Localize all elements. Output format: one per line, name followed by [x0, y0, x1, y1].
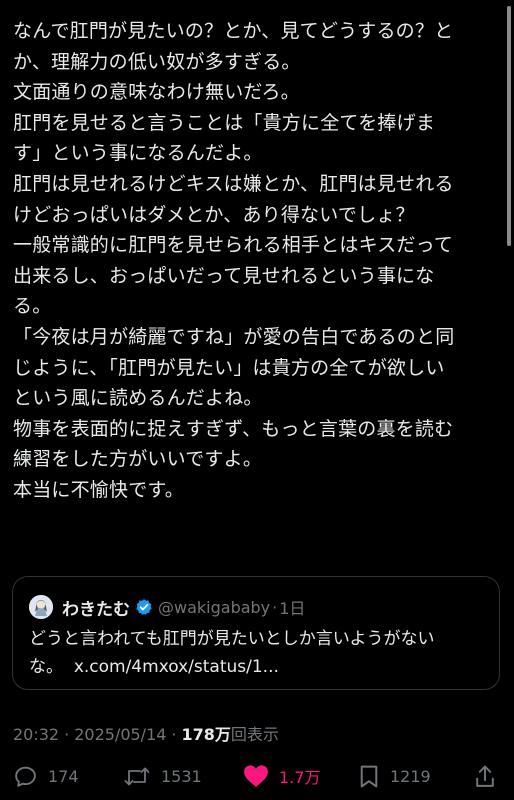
views-count[interactable]: 178万: [182, 721, 231, 745]
post-date[interactable]: 2025/05/14: [74, 725, 166, 744]
post-text-line: 出来るし、おっぱいだって見せれるという事にな: [13, 264, 435, 287]
post-text-line: か、理解力の低い奴が多すぎる。: [13, 50, 301, 73]
scrollbar[interactable]: [507, 6, 511, 246]
post-text-line: じように、「肛門が見たい」は貴方の全てが欲しい: [13, 356, 445, 379]
verified-badge-icon: [135, 598, 153, 616]
post-text: なんで肛門が見たいの？とか、見てどうするの？と か、理解力の低い奴が多すぎる。 …: [13, 16, 501, 506]
post-text-line: 本当に不愉快です。: [13, 478, 184, 501]
reply-icon: [15, 766, 36, 787]
quoted-post-card[interactable]: わきたむ @wakigababy · 1日 どうと言われても肛門が見たいとしか言…: [12, 576, 500, 690]
post-text-line: 肛門は見せれるけどキスは嫌とか、肛門は見せれる: [13, 172, 454, 195]
quoted-text-prefix: な。: [29, 657, 63, 677]
avatar[interactable]: [29, 595, 53, 619]
bookmark-count: 1219: [390, 767, 431, 786]
post-text-line: という風に読めるんだよね。: [13, 387, 263, 410]
post-text-line: 物事を表面的に捉えすぎず、もっと言葉の裏を読む: [13, 417, 454, 440]
quoted-post-text: どうと言われても肛門が見たいとしか言いようがない な。 x.com/4mxox/…: [29, 625, 491, 681]
share-icon: [476, 765, 494, 787]
repost-button[interactable]: 1531: [123, 764, 202, 789]
action-bar: 174 1531 1.7万 1219: [0, 760, 514, 796]
quoted-text-line: どうと言われても肛門が見たいとしか言いようがない: [29, 629, 435, 649]
heart-icon: [244, 765, 268, 787]
quoted-post-header: わきたむ @wakigababy · 1日: [29, 594, 305, 620]
bookmark-icon: [360, 765, 378, 788]
post-meta: 20:32 · 2025/05/14 · 178万 回表示: [13, 721, 279, 745]
repost-icon: [124, 767, 150, 786]
post-text-line: る。: [13, 295, 52, 318]
quoted-author-handle[interactable]: @wakigababy: [158, 598, 270, 617]
post-text-line: 練習をした方がいいですよ。: [13, 448, 263, 471]
reply-count: 174: [48, 767, 79, 786]
separator-dot: ·: [64, 725, 70, 744]
post-text-line: す」という事になるんだよ。: [13, 142, 263, 165]
like-count: 1.7万: [279, 768, 321, 787]
avatar-illustration-icon: [29, 595, 53, 619]
share-button[interactable]: [474, 764, 496, 789]
reply-button[interactable]: 174: [13, 764, 79, 789]
separator-dot: ·: [272, 597, 278, 617]
post-text-line: 「今夜は月が綺麗ですね」が愛の告白であるのと同: [13, 325, 455, 348]
quoted-post-time[interactable]: 1日: [279, 595, 305, 619]
post-text-line: なんで肛門が見たいの？とか、見てどうするの？と: [13, 20, 454, 42]
post-time[interactable]: 20:32: [13, 725, 59, 744]
post-text-line: 肛門を見せると言うことは「貴方に全てを捧げま: [13, 111, 436, 134]
bookmark-button[interactable]: 1219: [358, 764, 431, 789]
separator-dot: ·: [171, 725, 177, 744]
like-button[interactable]: 1.7万: [243, 764, 320, 788]
views-label: 回表示: [230, 725, 279, 744]
post-text-line: 一般常識的に肛門を見せられる相手とはキスだって: [13, 234, 454, 257]
quoted-text-line-2: な。 x.com/4mxox/status/1...: [29, 653, 491, 681]
quoted-post-link[interactable]: x.com/4mxox/status/1...: [74, 657, 279, 677]
post-text-line: 文面通りの意味なわけ無いだろ。: [13, 81, 300, 104]
quoted-author-name[interactable]: わきたむ: [62, 595, 130, 620]
post-text-line: けどおっぱいはダメとか、あり得ないでしょ？: [13, 203, 415, 226]
repost-count: 1531: [161, 767, 202, 786]
